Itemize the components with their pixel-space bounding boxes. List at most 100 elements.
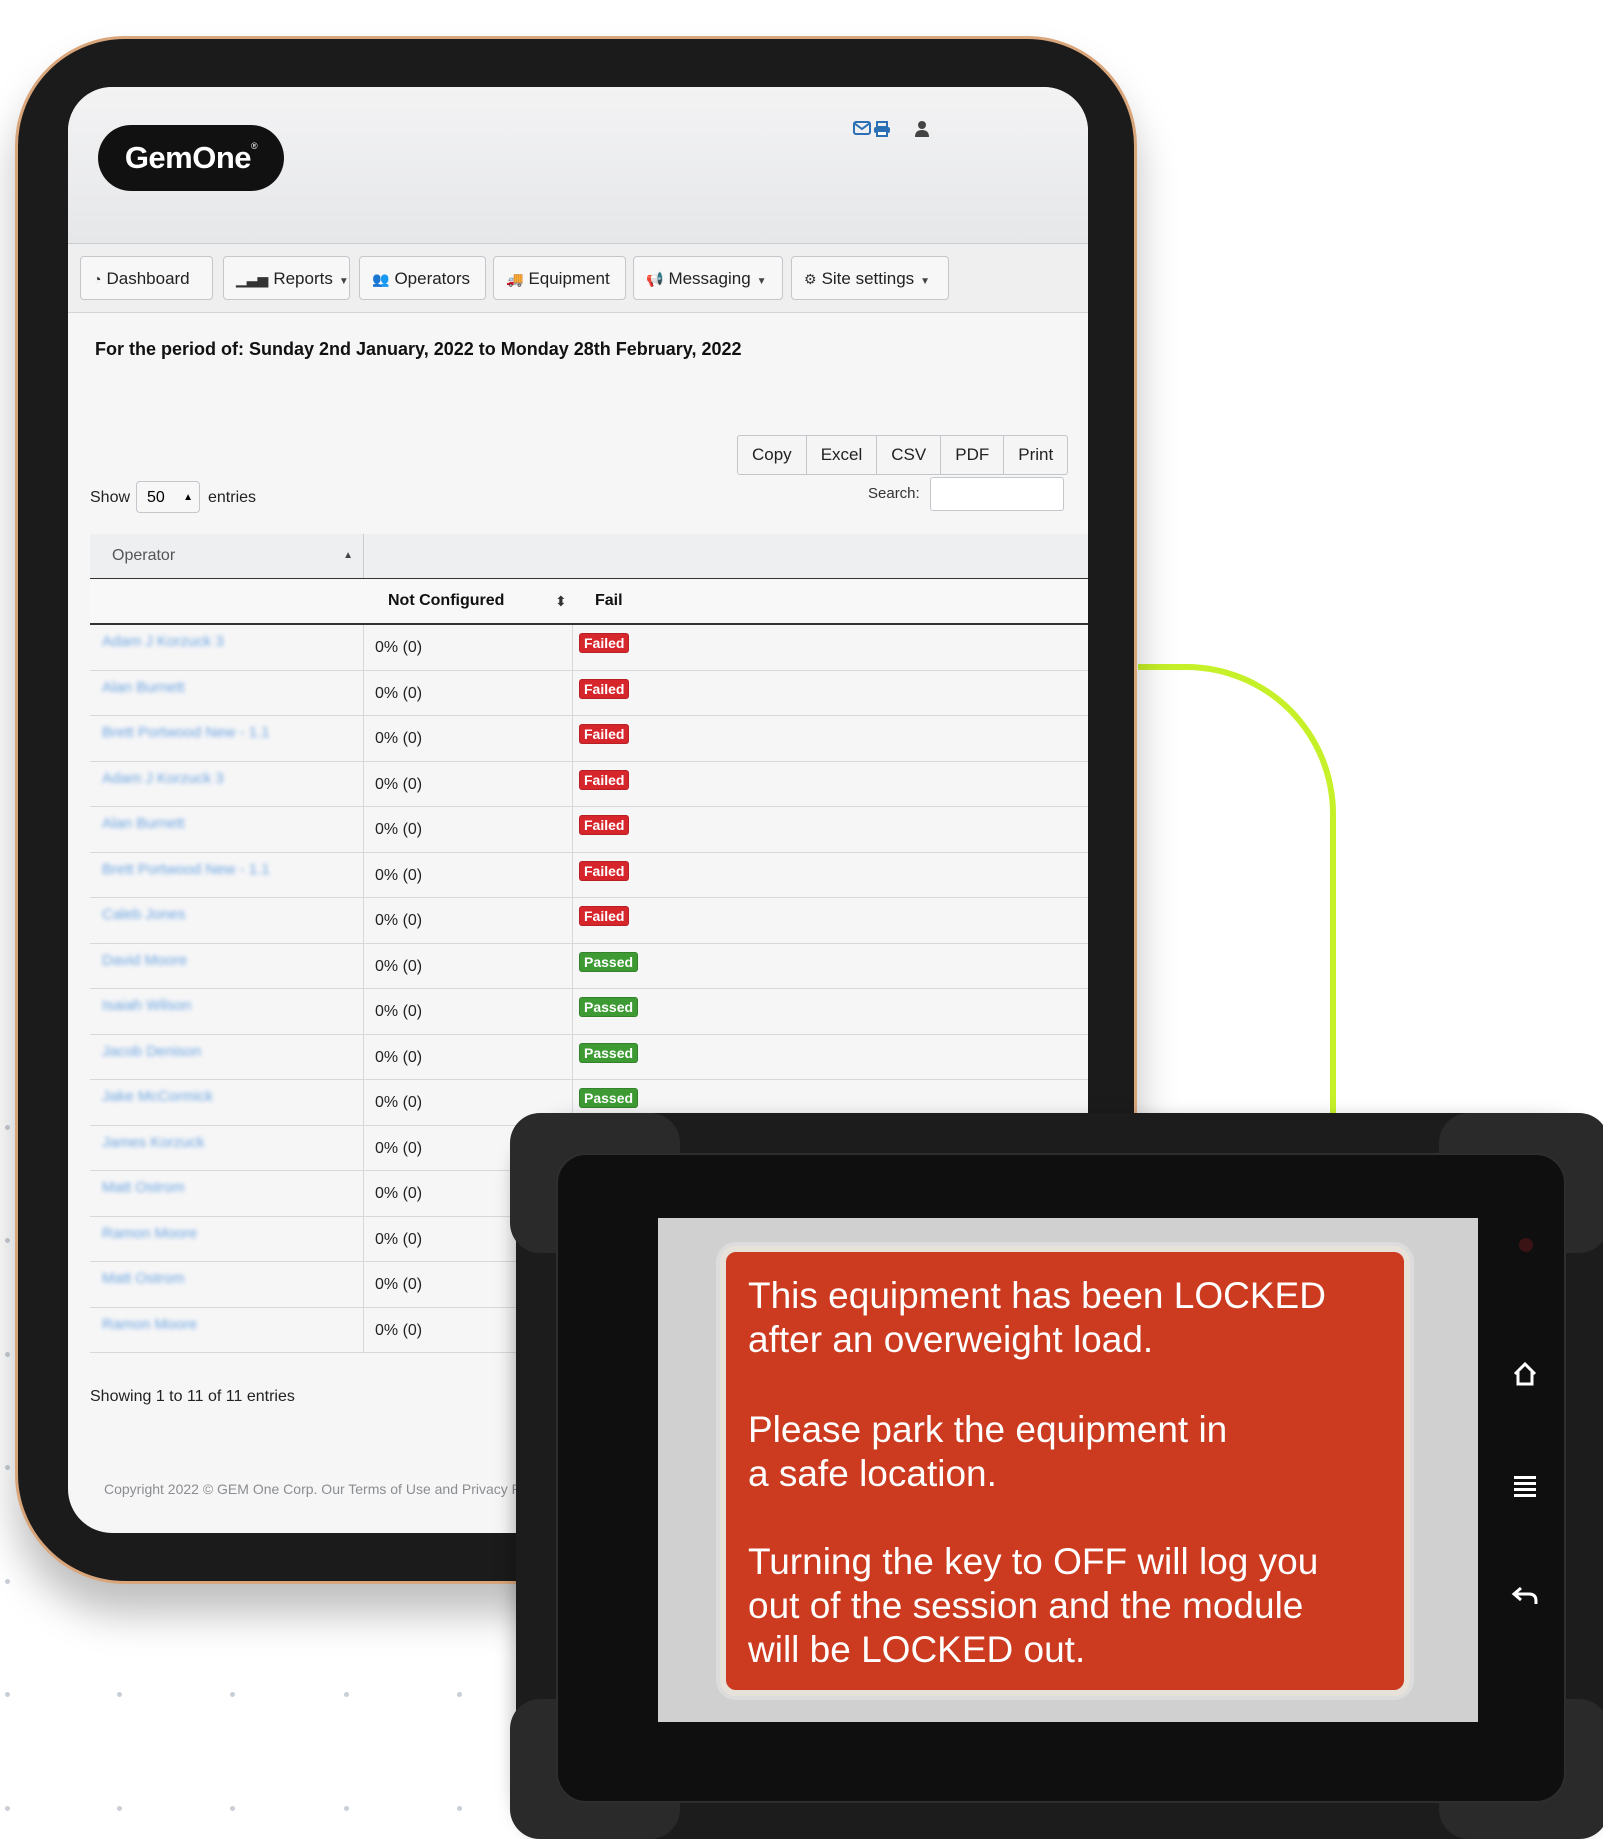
table-header-top: Operator ▲ [90, 534, 1088, 580]
gear-icon: ⚙ [804, 271, 817, 287]
column-divider [572, 670, 573, 715]
column-divider [572, 625, 573, 670]
table-row: David Moore 0% (0) Passed [90, 943, 1088, 989]
nav-reports[interactable]: ▁▃▅ Reports ▼ [223, 256, 350, 300]
entries-label: entries [208, 489, 257, 506]
table-row: Isaiah Wilson 0% (0) Passed [90, 989, 1088, 1035]
main-nav: ◔ Dashboard ▁▃▅ Reports ▼ 👥 Operators 🚚 Equip… [68, 244, 1088, 313]
operator-link[interactable]: Caleb Jones [102, 906, 185, 923]
table-row: Jacob Denison 0% (0) Passed [90, 1034, 1088, 1080]
home-icon[interactable] [1511, 1360, 1539, 1396]
status-badge: Passed [579, 997, 639, 1017]
operator-cell: Isaiah Wilson [90, 989, 364, 1034]
back-icon[interactable] [1511, 1582, 1539, 1616]
status-badge: Failed [579, 906, 630, 926]
not-configured-header[interactable]: Not Configured [388, 579, 504, 623]
lock-message-card: This equipment has been LOCKED after an … [720, 1246, 1410, 1696]
operator-cell: Adam J Korzuck 3 [90, 761, 364, 806]
operator-cell: David Moore [90, 943, 364, 988]
not-configured-cell: 0% (0) [375, 1230, 423, 1248]
envelope-icon[interactable] [853, 121, 871, 140]
header-bar: GemOne® [68, 87, 1088, 244]
user-icon[interactable] [915, 121, 929, 142]
table-row: Adam J Korzuck 3 0% (0) Failed [90, 761, 1088, 807]
sort-asc-icon: ▲ [343, 550, 353, 561]
chevron-down-icon: ▼ [756, 276, 767, 287]
not-configured-cell: 0% (0) [375, 912, 423, 929]
dashboard-icon: ◔ [93, 271, 102, 287]
status-badge: Passed [579, 951, 639, 972]
lock-message-line-1: This equipment has been LOCKED after an … [748, 1275, 1326, 1360]
menu-icon[interactable] [1512, 1472, 1538, 1506]
operator-cell: Alan Burnett [90, 807, 364, 852]
table-row: Caleb Jones 0% (0) Failed [90, 898, 1088, 944]
pdf-button[interactable]: PDF [941, 436, 1005, 474]
column-divider [572, 716, 573, 761]
operator-link[interactable]: David Moore [102, 952, 187, 969]
operator-link[interactable]: Alan Burnett [102, 815, 185, 832]
column-divider [572, 898, 573, 943]
nav-equipment[interactable]: 🚚 Equipment [493, 256, 626, 300]
operator-link[interactable]: Brett Portwood New - 1.1 [102, 724, 270, 741]
operator-link[interactable]: Adam J Korzuck 3 [102, 770, 224, 787]
column-divider [572, 852, 573, 897]
operator-link[interactable]: Alan Burnett [102, 679, 185, 696]
operator-cell: Matt Ostrom [90, 1171, 364, 1216]
operator-cell: Ramon Moore [90, 1216, 364, 1261]
nav-messaging[interactable]: 📢 Messaging ▼ [633, 256, 783, 300]
operator-cell: Ramon Moore [90, 1307, 364, 1352]
column-divider [572, 807, 573, 852]
status-badge: Failed [579, 860, 630, 881]
csv-button[interactable]: CSV [877, 436, 942, 474]
nav-operators[interactable]: 👥 Operators [359, 256, 486, 300]
operator-cell: Brett Portwood New - 1.1 [90, 852, 364, 897]
not-configured-cell: 0% (0) [375, 1048, 423, 1066]
operator-link[interactable]: Ramon Moore [102, 1225, 197, 1242]
lock-message-line-3: Turning the key to OFF will log you out … [748, 1541, 1319, 1670]
print-icon[interactable] [873, 121, 891, 142]
not-configured-cell: 0% (0) [375, 1321, 423, 1339]
nav-site-settings[interactable]: ⚙ Site settings ▼ [791, 256, 949, 300]
operator-link[interactable]: Matt Ostrom [102, 1179, 185, 1196]
excel-button[interactable]: Excel [807, 436, 878, 474]
fail-header[interactable]: Fail [595, 579, 623, 623]
column-divider [572, 761, 573, 806]
operator-column-header[interactable]: Operator ▲ [90, 534, 364, 578]
export-buttons: Copy Excel CSV PDF Print [737, 435, 1069, 475]
operator-cell: Jacob Denison [90, 1034, 364, 1079]
operator-cell: James Korzuck [90, 1125, 364, 1170]
show-label: Show [90, 489, 131, 506]
not-configured-cell: 0% (0) [375, 684, 423, 702]
not-configured-cell: 0% (0) [375, 1276, 423, 1293]
operator-link[interactable]: Ramon Moore [102, 1316, 197, 1333]
operator-link[interactable]: Isaiah Wilson [102, 997, 191, 1014]
table-row: Alan Burnett 0% (0) Failed [90, 807, 1088, 853]
not-configured-cell: 0% (0) [375, 1003, 423, 1020]
operator-cell: Adam J Korzuck 3 [90, 625, 364, 670]
megaphone-icon: 📢 [646, 271, 664, 287]
not-configured-cell: 0% (0) [375, 1185, 423, 1202]
footer-copyright: Copyright 2022 © GEM One Corp. Our Terms… [104, 1481, 529, 1497]
not-configured-cell: 0% (0) [375, 1139, 423, 1157]
copy-button[interactable]: Copy [738, 436, 807, 474]
status-led [1519, 1238, 1533, 1252]
operator-link[interactable]: James Korzuck [102, 1134, 205, 1151]
status-badge: Failed [579, 815, 630, 835]
status-badge: Passed [579, 1042, 639, 1063]
search-label: Search: [868, 485, 920, 502]
not-configured-cell: 0% (0) [375, 730, 423, 747]
table-row: Alan Burnett 0% (0) Failed [90, 670, 1088, 716]
search-input[interactable] [930, 477, 1064, 511]
operator-link[interactable]: Brett Portwood New - 1.1 [102, 861, 270, 878]
operator-link[interactable]: Matt Ostrom [102, 1270, 185, 1287]
print-button[interactable]: Print [1004, 436, 1067, 474]
operator-link[interactable]: Jake McCormick [102, 1088, 213, 1105]
updown-icon: ▲ [183, 492, 193, 503]
nav-dashboard[interactable]: ◔ Dashboard [80, 256, 213, 300]
operator-link[interactable]: Adam J Korzuck 3 [102, 633, 224, 650]
entries-select[interactable]: 50 ▲ [136, 481, 200, 513]
operator-cell: Caleb Jones [90, 898, 364, 943]
gemone-logo[interactable]: GemOne® [98, 125, 284, 191]
table-header-sub: Not Configured ⬍ Fail [90, 579, 1088, 625]
operator-link[interactable]: Jacob Denison [102, 1043, 201, 1060]
